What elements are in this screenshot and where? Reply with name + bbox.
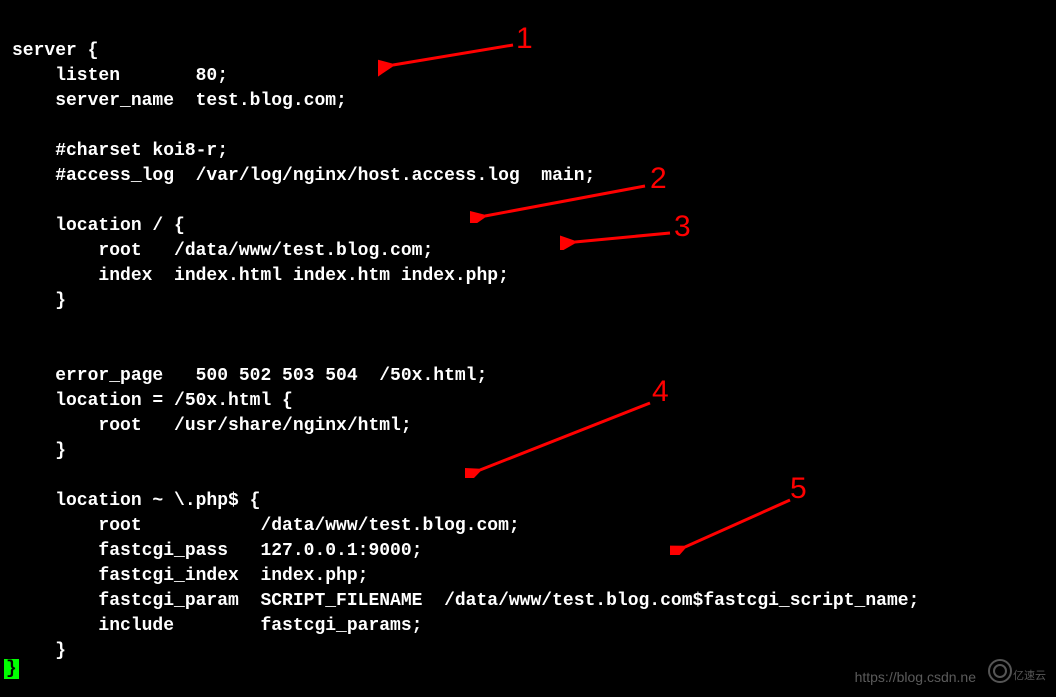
logo-circle-icon [988, 659, 1012, 683]
code-line: root /usr/share/nginx/html; [12, 416, 412, 436]
code-line: root /data/www/test.blog.com; [12, 241, 433, 261]
code-line: listen 80; [12, 66, 228, 86]
code-line: server { [12, 41, 98, 61]
code-line: fastcgi_index index.php; [12, 566, 368, 586]
code-line: location / { [12, 216, 185, 236]
code-line: location = /50x.html { [12, 391, 293, 411]
code-line: #access_log /var/log/nginx/host.access.l… [12, 166, 595, 186]
code-line: #charset koi8-r; [12, 141, 228, 161]
code-line: include fastcgi_params; [12, 616, 422, 636]
code-line: server_name test.blog.com; [12, 91, 347, 111]
code-line: fastcgi_param SCRIPT_FILENAME /data/www/… [12, 591, 919, 611]
code-line: } [12, 441, 66, 461]
code-line: fastcgi_pass 127.0.0.1:9000; [12, 541, 422, 561]
closing-brace-highlighted: } [4, 659, 19, 679]
code-line: } [12, 641, 66, 661]
code-line: index index.html index.htm index.php; [12, 266, 509, 286]
watermark-logo: 亿速云 [988, 659, 1048, 689]
code-line: location ~ \.php$ { [12, 491, 260, 511]
watermark-url: https://blog.csdn.ne [855, 669, 976, 685]
code-line: root /data/www/test.blog.com; [12, 516, 520, 536]
code-line: error_page 500 502 503 504 /50x.html; [12, 366, 487, 386]
logo-text: 亿速云 [1013, 667, 1046, 683]
nginx-config-code: server { listen 80; server_name test.blo… [0, 0, 1056, 678]
code-line: } [12, 291, 66, 311]
